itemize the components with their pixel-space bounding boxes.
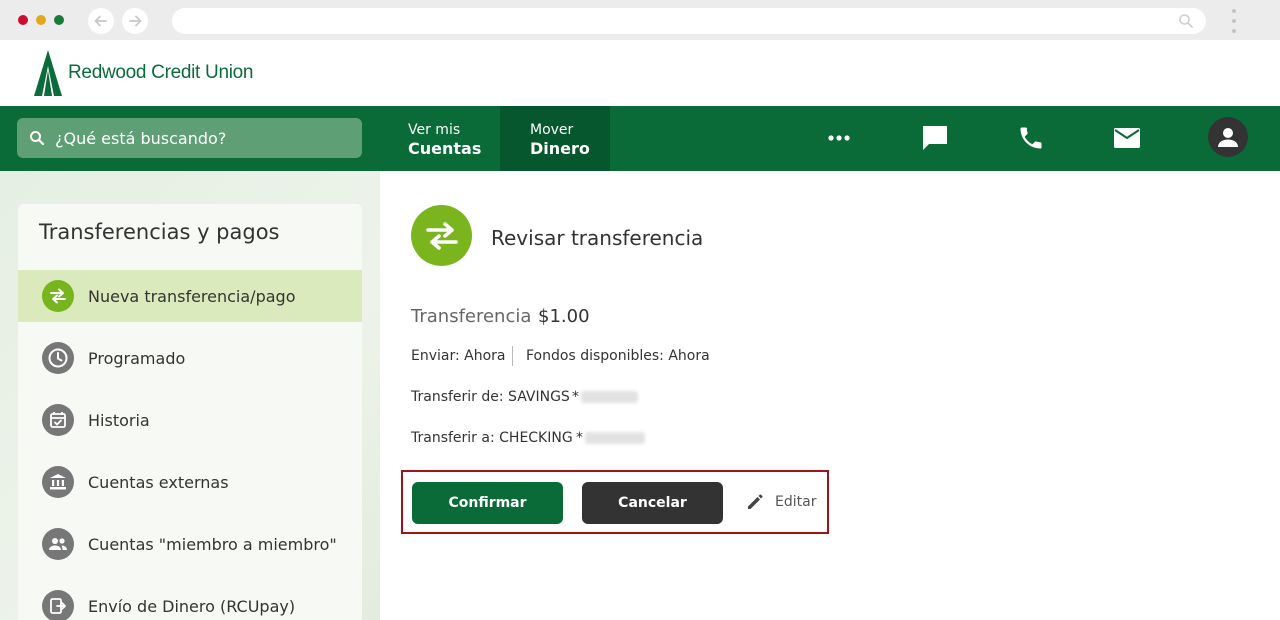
address-bar[interactable] [172,8,1206,34]
arrow-left-icon [94,15,107,27]
sidebar-item-label: Nueva transferencia/pago [88,286,296,306]
arrow-right-icon [129,15,142,27]
calendar-check-icon [42,404,74,436]
send-timing: Enviar: Ahora [411,348,506,364]
from-account-number-masked [581,391,638,403]
user-icon[interactable] [1208,117,1248,157]
sidebar-item-cuentas-externas[interactable]: Cuentas externas [18,456,362,508]
sidebar-item-historia[interactable]: Historia [18,394,362,446]
send-money-icon [42,590,74,620]
browser-menu-icon[interactable] [1226,7,1242,35]
mail-icon[interactable] [1111,122,1143,154]
cancel-button[interactable]: Cancelar [582,482,723,524]
people-icon [42,528,74,560]
sidebar-item-label: Cuentas "miembro a miembro" [88,534,337,554]
sidebar-item-label: Envío de Dinero (RCUpay) [88,596,296,616]
nav-item-big-label: Dinero [530,139,590,158]
sidebar-item-label: Programado [88,348,186,368]
forward-button[interactable] [122,8,148,34]
nav-item-big-label: Cuentas [408,139,482,158]
main-nav: ¿Qué está buscando? Ver mis Cuentas Move… [0,106,1280,171]
sidebar-panel: Transferencias y pagos Nueva transferenc… [18,204,362,620]
search-placeholder: ¿Qué está buscando? [55,128,227,148]
transfer-from: Transferir de: SAVINGS [411,389,570,405]
nav-item-small-label: Mover [530,122,574,138]
sidebar-item-label: Cuentas externas [88,472,229,492]
phone-icon[interactable] [1015,122,1047,154]
from-account-mask: * [572,389,579,405]
sidebar-title: Transferencias y pagos [39,220,280,244]
clock-icon [42,342,74,374]
sidebar-item-envio-de-dinero[interactable]: Envío de Dinero (RCUpay) [18,580,362,620]
back-button[interactable] [88,8,114,34]
sidebar-item-nueva-transferencia[interactable]: Nueva transferencia/pago [18,270,362,322]
sidebar-item-label: Historia [88,410,150,430]
more-icon[interactable] [823,122,855,154]
brand-name: Redwood Credit Union [68,62,254,83]
search-icon [1179,14,1193,28]
browser-chrome [0,0,1280,40]
pencil-icon [748,494,763,509]
maximize-window-dot[interactable] [54,15,64,25]
search-icon [30,131,45,146]
logo[interactable]: Redwood Credit Union [34,50,253,96]
chat-icon[interactable] [919,122,951,154]
bank-icon [42,466,74,498]
edit-label: Editar [775,494,817,510]
transfer-label: Transferencia [411,306,532,327]
divider [512,346,513,366]
edit-button[interactable]: Editar [745,492,816,512]
funds-available: Fondos disponibles: Ahora [526,348,710,364]
nav-item-small-label: Ver mis [408,122,461,138]
to-account-mask: * [576,430,583,446]
sidebar-item-programado[interactable]: Programado [18,332,362,384]
nav-mover-dinero[interactable]: Mover Dinero [500,106,610,171]
transfer-to: Transferir a: CHECKING [411,430,573,446]
transfer-icon [42,280,74,312]
nav-ver-mis-cuentas[interactable]: Ver mis Cuentas [408,106,488,171]
to-account-number-masked [585,432,645,444]
redwood-tree-icon [34,50,62,96]
search-input[interactable]: ¿Qué está buscando? [17,118,362,158]
sidebar-item-miembro-a-miembro[interactable]: Cuentas "miembro a miembro" [18,518,362,570]
header: Redwood Credit Union [0,40,1280,106]
transfer-icon [411,205,472,266]
close-window-dot[interactable] [18,15,28,25]
page-title: Revisar transferencia [491,226,704,250]
transfer-amount: $1.00 [538,306,590,327]
confirm-button[interactable]: Confirmar [412,482,563,524]
minimize-window-dot[interactable] [36,15,46,25]
